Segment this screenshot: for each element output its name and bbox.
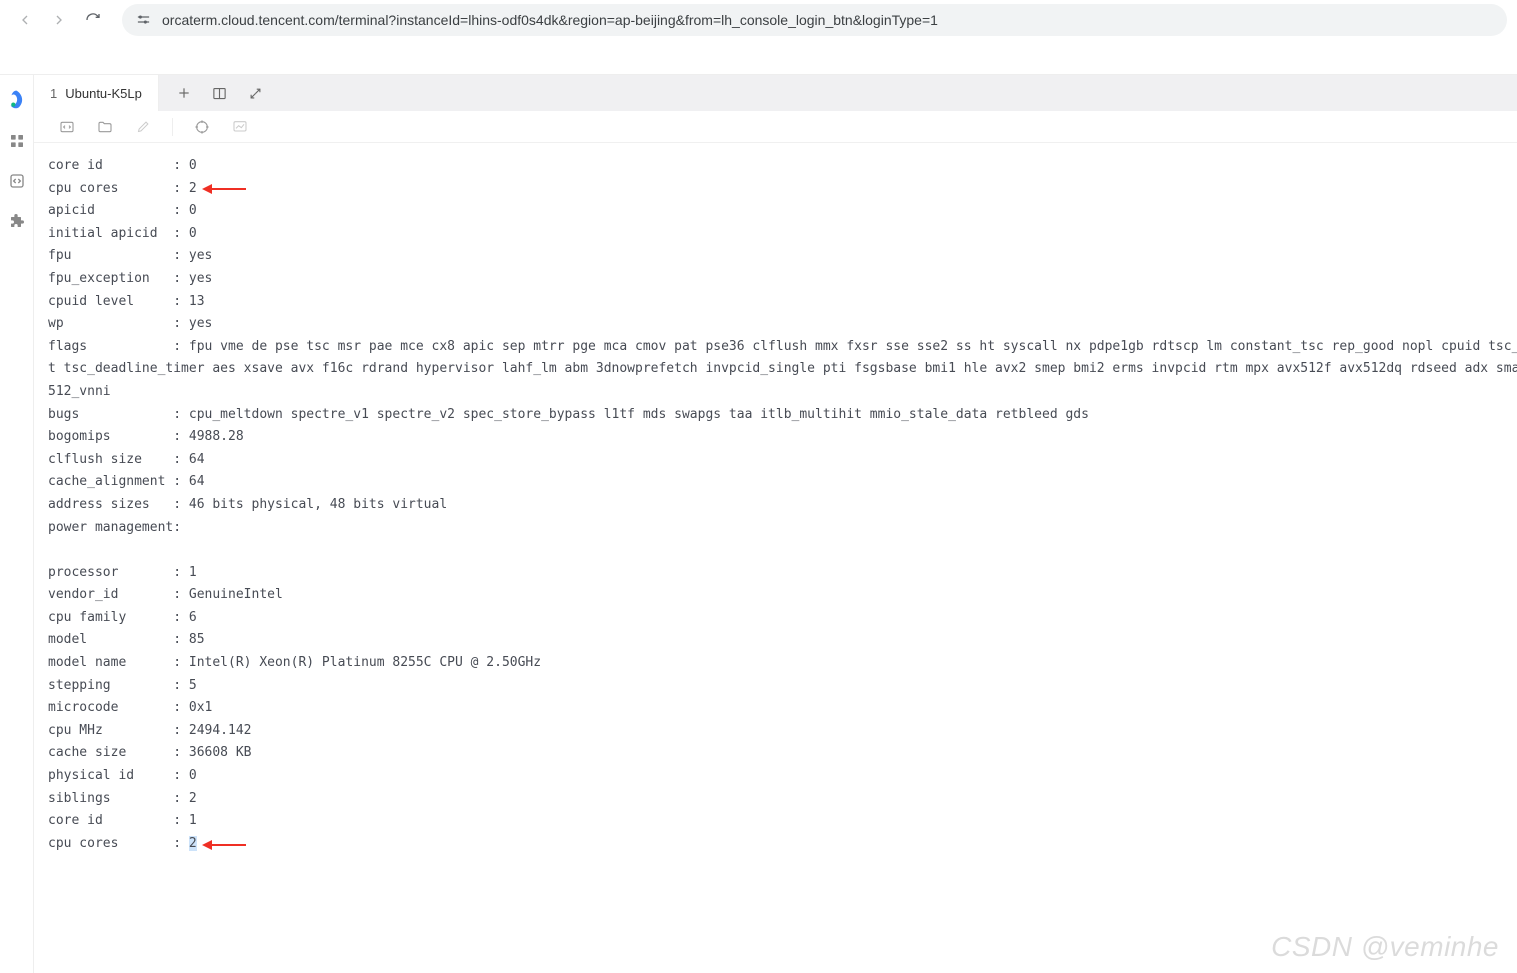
term-line: fpu_exception : yes [48,271,212,286]
tab-label: Ubuntu-K5Lp [65,86,142,101]
chart-icon[interactable] [231,118,249,136]
folder-icon[interactable] [96,118,114,136]
term-line: wp : yes [48,316,212,331]
term-line: cache size : 36608 KB [48,745,252,760]
forward-button[interactable] [44,5,74,35]
extensions-icon[interactable] [7,211,27,231]
tencent-logo-icon[interactable] [6,89,28,111]
url-text: orcaterm.cloud.tencent.com/terminal?inst… [162,12,938,28]
term-line: cpu cores : [48,181,189,196]
term-line: core id : 0 [48,158,197,173]
terminal-viewport[interactable]: core id : 0 cpu cores : 2 apicid : 0 ini… [34,143,1517,973]
term-line: microcode : 0x1 [48,700,212,715]
term-value-cpu-cores-highlighted: 2 [189,836,197,851]
term-line: power management: [48,520,181,535]
site-settings-icon[interactable] [134,11,152,29]
term-line: core id : 1 [48,813,197,828]
term-line: cpu cores : [48,836,189,851]
term-line: initial apicid : 0 [48,226,197,241]
code-block-icon[interactable] [58,118,76,136]
term-line: vendor_id : GenuineIntel [48,587,283,602]
apps-icon[interactable] [7,131,27,151]
term-line: cpu family : 6 [48,610,197,625]
edit-icon[interactable] [134,118,152,136]
term-line: clflush size : 64 [48,452,205,467]
term-line: cache_alignment : 64 [48,474,205,489]
work-area: 1 Ubuntu-K5Lp [34,75,1517,973]
target-icon[interactable] [193,118,211,136]
term-line: cpu MHz : 2494.142 [48,723,252,738]
term-line: processor : 1 [48,565,197,580]
code-source-icon[interactable] [7,171,27,191]
term-line: apicid : 0 [48,203,197,218]
browser-spacer [0,40,1517,75]
editor-toolbar [34,111,1517,143]
reload-button[interactable] [78,5,108,35]
term-value-cpu-cores: 2 [189,181,197,196]
expand-icon[interactable] [245,82,267,104]
term-line: model : 85 [48,632,205,647]
term-line: bogomips : 4988.28 [48,429,244,444]
tab-actions [159,75,267,111]
url-bar[interactable]: orcaterm.cloud.tencent.com/terminal?inst… [122,4,1507,36]
left-rail [0,75,34,973]
term-line: 512_vnni [48,384,111,399]
toolbar-separator [172,118,173,136]
term-line: fpu : yes [48,248,212,263]
new-tab-button[interactable] [173,82,195,104]
terminal-output: core id : 0 cpu cores : 2 apicid : 0 ini… [34,143,1517,875]
term-line: siblings : 2 [48,791,197,806]
term-line: stepping : 5 [48,678,197,693]
tab-bar: 1 Ubuntu-K5Lp [34,75,1517,111]
tab-index: 1 [50,86,57,101]
term-line: bugs : cpu_meltdown spectre_v1 spectre_v… [48,407,1089,422]
app-root: 1 Ubuntu-K5Lp [0,75,1517,973]
term-line: flags : fpu vme de pse tsc msr pae mce c… [48,339,1517,354]
term-line: address sizes : 46 bits physical, 48 bit… [48,497,447,512]
split-layout-icon[interactable] [209,82,231,104]
back-button[interactable] [10,5,40,35]
terminal-tab[interactable]: 1 Ubuntu-K5Lp [34,75,159,111]
term-line: physical id : 0 [48,768,197,783]
term-line: t tsc_deadline_timer aes xsave avx f16c … [48,361,1517,376]
term-line: cpuid level : 13 [48,294,205,309]
watermark: CSDN @veminhe [1271,931,1499,963]
browser-toolbar: orcaterm.cloud.tencent.com/terminal?inst… [0,0,1517,40]
term-line: model name : Intel(R) Xeon(R) Platinum 8… [48,655,541,670]
